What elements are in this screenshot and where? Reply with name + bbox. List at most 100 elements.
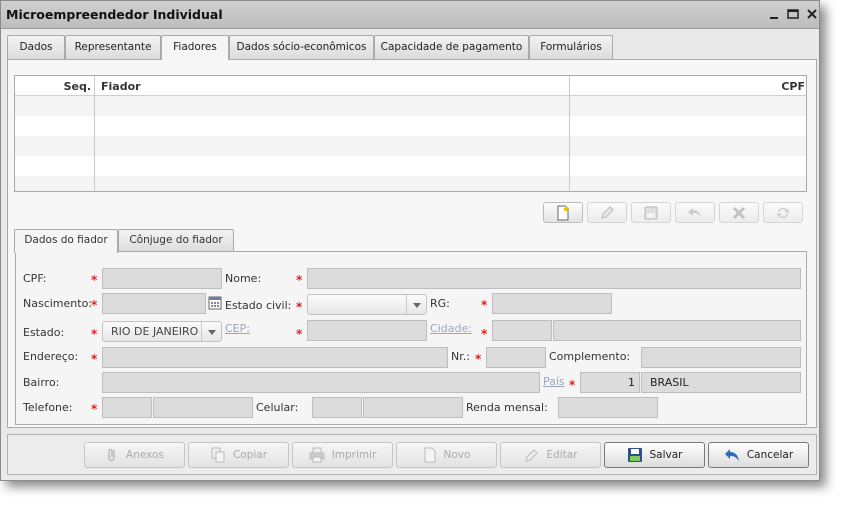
delete-x-icon [732, 206, 746, 219]
column-header-seq[interactable]: Seq. [64, 80, 91, 93]
column-divider [94, 76, 95, 191]
estado-civil-label: Estado civil: [225, 299, 292, 312]
salvar-button[interactable]: Salvar [604, 442, 705, 468]
cpf-field[interactable] [102, 268, 222, 289]
required-marker: * [91, 402, 98, 416]
table-row[interactable] [15, 156, 806, 176]
chevron-down-icon [201, 322, 221, 341]
table-row[interactable] [15, 96, 806, 116]
numero-field[interactable] [486, 347, 546, 368]
main-window: Microempreendedor Individual Dados Repre… [0, 0, 820, 481]
celular-number-field[interactable] [363, 397, 463, 418]
estado-label: Estado: [23, 326, 65, 339]
cep-field[interactable] [307, 320, 427, 341]
tab-formularios[interactable]: Formulários [529, 35, 613, 59]
undo-icon [688, 207, 701, 217]
required-marker: * [91, 327, 98, 341]
rg-field[interactable] [492, 293, 612, 314]
tab-conjuge-do-fiador[interactable]: Cônjuge do fiador [118, 229, 234, 252]
pais-link[interactable]: País [543, 375, 565, 388]
pais-code-field[interactable]: 1 [580, 372, 640, 393]
cidade-code-field[interactable] [492, 320, 552, 341]
estado-select-value: RIO DE JANEIRO [111, 325, 199, 338]
tab-dados[interactable]: Dados [7, 35, 65, 59]
celular-ddd-field[interactable] [312, 397, 362, 418]
window-title: Microempreendedor Individual [6, 7, 223, 22]
title-bar: Microempreendedor Individual [1, 1, 819, 29]
pais-name-field[interactable]: BRASIL [641, 372, 801, 393]
cpf-label: CPF: [23, 272, 47, 285]
cep-link[interactable]: CEP: [225, 322, 250, 335]
rg-label: RG: [430, 297, 450, 310]
fiadores-table[interactable]: Seq. Fiador CPF [14, 75, 807, 192]
calendar-icon[interactable] [208, 296, 222, 310]
bairro-label: Bairro: [23, 376, 60, 389]
telefone-ddd-field[interactable] [102, 397, 152, 418]
column-divider [569, 76, 570, 191]
renda-mensal-field[interactable] [558, 397, 658, 418]
estado-select[interactable]: RIO DE JANEIRO [102, 321, 222, 342]
copiar-button[interactable]: Copiar [188, 442, 289, 468]
required-marker: * [296, 300, 303, 314]
column-header-cpf[interactable]: CPF [781, 80, 805, 93]
nome-label: Nome: [225, 272, 262, 285]
celular-label: Celular: [256, 401, 299, 414]
required-marker: * [481, 327, 488, 341]
nascimento-field[interactable] [102, 293, 206, 314]
endereco-field[interactable] [102, 347, 448, 368]
imprimir-label: Imprimir [331, 449, 377, 461]
bairro-field[interactable] [102, 372, 540, 393]
copiar-label: Copiar [232, 449, 268, 461]
cancelar-button[interactable]: Cancelar [708, 442, 809, 468]
estado-civil-select[interactable] [307, 294, 427, 315]
novo-label: Novo [443, 449, 471, 461]
salvar-label: Salvar [649, 449, 683, 461]
required-marker: * [296, 273, 303, 287]
required-marker: * [91, 273, 98, 287]
table-header: Seq. Fiador CPF [15, 76, 806, 96]
minimize-icon[interactable] [767, 7, 781, 21]
pencil-icon [601, 205, 614, 219]
new-document-icon [557, 205, 569, 220]
edit-record-button[interactable] [587, 202, 627, 223]
telefone-label: Telefone: [23, 401, 73, 414]
table-row[interactable] [15, 176, 806, 191]
save-record-button[interactable] [631, 202, 671, 223]
table-row[interactable] [15, 136, 806, 156]
complemento-field[interactable] [641, 347, 801, 368]
imprimir-button[interactable]: Imprimir [292, 442, 393, 468]
column-header-fiador[interactable]: Fiador [101, 80, 141, 93]
refresh-record-button[interactable] [763, 202, 803, 223]
cidade-link[interactable]: Cidade: [430, 322, 472, 335]
undo-record-button[interactable] [675, 202, 715, 223]
delete-record-button[interactable] [719, 202, 759, 223]
nr-label: Nr.: [451, 350, 470, 363]
pencil-icon [525, 449, 539, 462]
cidade-name-field[interactable] [553, 320, 801, 341]
undo-arrow-icon [724, 449, 739, 461]
tab-representante[interactable]: Representante [65, 35, 161, 59]
renda-mensal-label: Renda mensal: [466, 401, 548, 414]
required-marker: * [296, 327, 303, 341]
copy-icon [211, 447, 225, 463]
tab-dados-do-fiador[interactable]: Dados do fiador [14, 229, 118, 253]
new-record-button[interactable] [543, 202, 583, 223]
save-disk-icon [644, 206, 658, 219]
novo-button[interactable]: Novo [396, 442, 497, 468]
paperclip-icon [108, 448, 115, 462]
nascimento-label: Nascimento: [23, 297, 93, 310]
anexos-button[interactable]: Anexos [84, 442, 185, 468]
close-icon[interactable] [805, 7, 819, 21]
maximize-icon[interactable] [786, 7, 800, 21]
tab-dados-socio-economicos[interactable]: Dados sócio-econômicos [229, 35, 374, 59]
required-marker: * [475, 352, 482, 366]
tab-capacidade-de-pagamento[interactable]: Capacidade de pagamento [374, 35, 529, 59]
required-marker: * [91, 298, 98, 312]
telefone-number-field[interactable] [153, 397, 253, 418]
nome-field[interactable] [307, 268, 801, 289]
table-row[interactable] [15, 116, 806, 136]
editar-button[interactable]: Editar [500, 442, 601, 468]
required-marker: * [91, 352, 98, 366]
complemento-label: Complemento: [549, 350, 631, 363]
tab-fiadores[interactable]: Fiadores [161, 35, 229, 60]
